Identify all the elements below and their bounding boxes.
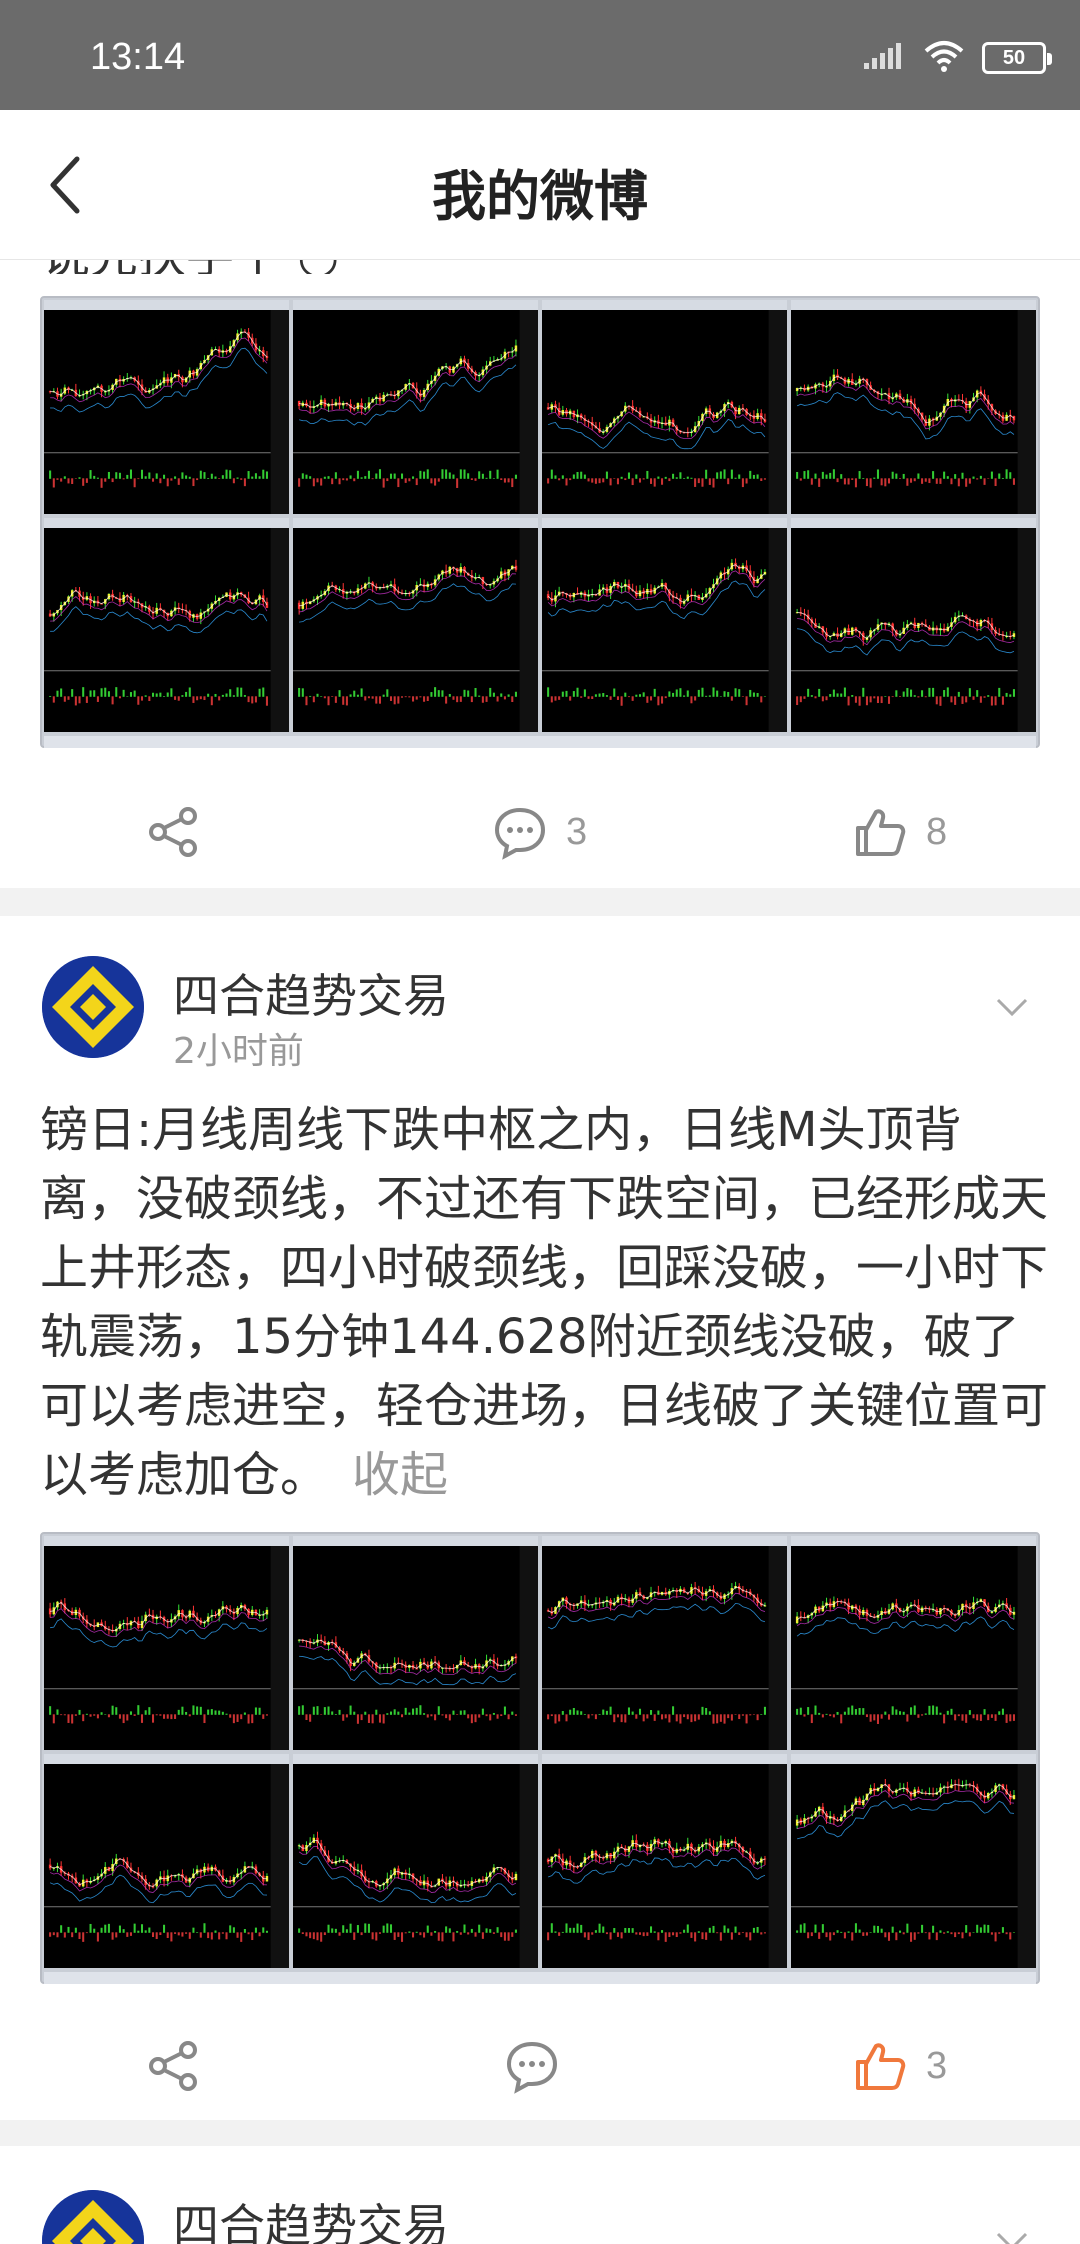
post-card-1: 说先扶手平 ◡ — [0, 260, 1080, 888]
post-text-clipped: 说先扶手平 ◡ — [42, 260, 742, 274]
chart-thumbnail[interactable] — [293, 518, 538, 732]
post-card-2: 四合趋势交易 2小时前 镑日:月线周线下跌中枢之内，日线M头顶背离，没破颈线，不… — [0, 916, 1080, 2120]
like-count: 8 — [926, 810, 948, 853]
chart-thumbnail[interactable] — [791, 300, 1036, 514]
like-button[interactable]: 8 — [852, 782, 947, 882]
chart-thumbnail[interactable] — [44, 1754, 289, 1968]
comment-count: 3 — [566, 810, 588, 853]
chart-thumbnail[interactable] — [542, 1536, 787, 1750]
chart-thumbnail[interactable] — [791, 518, 1036, 732]
comment-icon — [494, 807, 546, 860]
author-name[interactable]: 四合趋势交易 — [173, 960, 449, 1026]
status-time: 13:14 — [90, 36, 186, 78]
terminal-tab-strip — [44, 736, 1036, 748]
app-header: 我的微博 — [0, 110, 1080, 260]
chart-thumbnail[interactable] — [44, 1536, 289, 1750]
share-button[interactable] — [146, 2016, 202, 2116]
chart-thumbnail[interactable] — [542, 518, 787, 732]
post-image-grid[interactable] — [40, 1532, 1040, 1984]
share-icon — [149, 807, 197, 857]
page-title: 我的微博 — [432, 165, 648, 228]
status-bar: 13:14 50 — [0, 0, 1080, 110]
more-options-button[interactable] — [992, 988, 1032, 1028]
chart-thumbnail[interactable] — [542, 300, 787, 514]
avatar[interactable] — [42, 956, 144, 1058]
battery-icon: 50 — [982, 42, 1052, 74]
like-count: 3 — [926, 2044, 948, 2087]
status-icons: 50 — [862, 38, 1052, 78]
post-time: 2小时前 — [173, 1031, 304, 1072]
signal-icon — [862, 41, 906, 75]
wifi-icon — [922, 39, 966, 77]
post-body: 镑日:月线周线下跌中枢之内，日线M头顶背离，没破颈线，不过还有下跌空间，已经形成… — [40, 1102, 1049, 1503]
chart-thumbnail[interactable] — [293, 300, 538, 514]
share-button[interactable] — [146, 782, 202, 882]
avatar[interactable] — [42, 2190, 144, 2244]
avatar-logo-icon — [42, 2190, 144, 2244]
chart-thumbnail[interactable] — [293, 1536, 538, 1750]
chart-thumbnail[interactable] — [791, 1536, 1036, 1750]
post-image-grid[interactable] — [40, 296, 1040, 748]
post-action-bar: 3 — [0, 2016, 1080, 2116]
comment-icon — [506, 2041, 558, 2094]
thumb-up-icon — [856, 809, 906, 856]
chart-thumbnail[interactable] — [542, 1754, 787, 1968]
chevron-down-icon — [996, 2232, 1028, 2244]
battery-level: 50 — [1002, 46, 1026, 69]
terminal-tab-strip — [44, 1972, 1036, 1984]
share-icon — [149, 2041, 197, 2091]
avatar-logo-icon — [42, 956, 144, 1058]
post-action-bar: 3 8 — [0, 782, 1080, 882]
collapse-link[interactable]: 收起 — [352, 1447, 448, 1503]
more-options-button[interactable] — [992, 2222, 1032, 2244]
like-button[interactable]: 3 — [852, 2016, 947, 2116]
chart-thumbnail[interactable] — [44, 518, 289, 732]
chart-thumbnail[interactable] — [44, 300, 289, 514]
chart-thumbnail[interactable] — [791, 1754, 1036, 1968]
chevron-down-icon — [996, 998, 1028, 1017]
thumb-up-icon — [856, 2043, 906, 2090]
comment-button[interactable] — [504, 2016, 578, 2116]
chart-thumbnail[interactable] — [293, 1754, 538, 1968]
comment-button[interactable]: 3 — [492, 782, 587, 882]
post-text: 镑日:月线周线下跌中枢之内，日线M头顶背离，没破颈线，不过还有下跌空间，已经形成… — [40, 1096, 1050, 1510]
post-card-3: 四合趋势交易 — [0, 2146, 1080, 2244]
author-name[interactable]: 四合趋势交易 — [173, 2190, 449, 2244]
